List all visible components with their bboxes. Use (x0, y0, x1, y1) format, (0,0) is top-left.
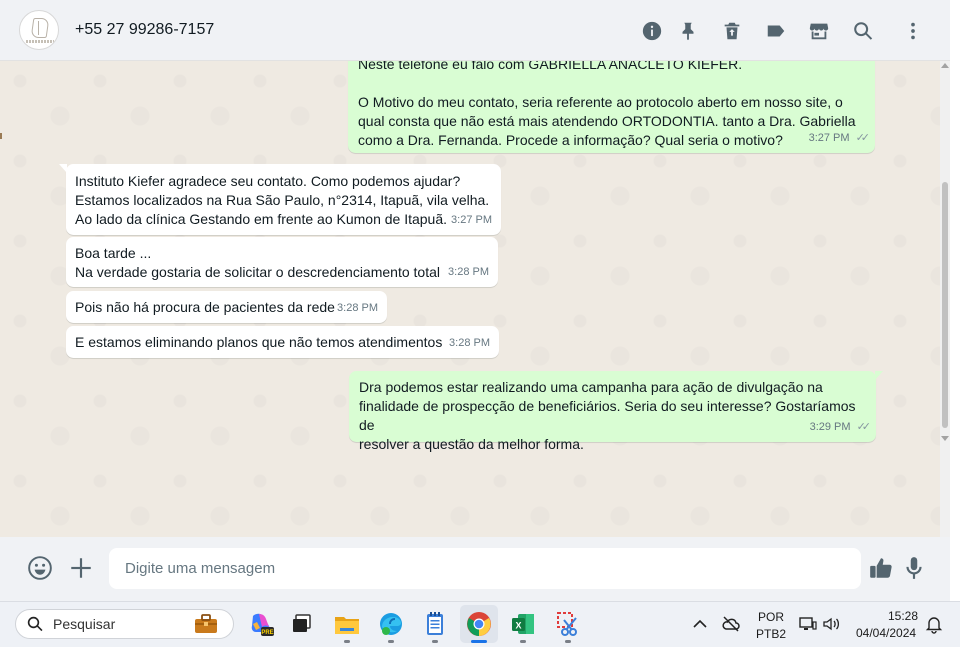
logo-mark-stroke (38, 21, 41, 35)
taskbar-clock-time[interactable]: 15:28 (888, 609, 918, 623)
cloud-off-icon[interactable] (721, 614, 741, 634)
running-app-indicator (388, 640, 394, 643)
message-timestamp: 3:28 PM (448, 266, 489, 278)
keyboard-layout-indicator[interactable]: PTB2 (756, 627, 786, 641)
delete-icon[interactable] (721, 20, 743, 42)
notification-bell-icon[interactable] (924, 614, 944, 634)
microphone-icon[interactable] (901, 555, 927, 581)
message-text-partial: Neste telefone eu falo com GABRIELLA ANA… (358, 61, 743, 72)
message-list[interactable]: Neste telefone eu falo com GABRIELLA ANA… (0, 61, 950, 537)
message-timestamp: 3:28 PM (337, 302, 378, 314)
message-bubble-incoming[interactable]: Pois não há procura de pacientes da rede… (66, 291, 387, 323)
thumbs-up-icon[interactable] (868, 555, 894, 581)
chevron-up-icon[interactable] (690, 614, 710, 634)
search-icon (26, 615, 44, 633)
message-time: 3:29 PM ✓✓ (809, 418, 872, 437)
display-network-icon[interactable] (798, 614, 818, 634)
info-icon[interactable] (641, 20, 663, 42)
pin-icon[interactable] (677, 20, 699, 42)
scrollbar-thumb[interactable] (942, 182, 948, 428)
message-bubble-incoming[interactable]: Boa tarde ... Na verdade gostaria de sol… (66, 237, 498, 287)
message-text: O Motivo do meu contato, seria referente… (358, 94, 856, 148)
message-timestamp: 3:28 PM (449, 337, 490, 349)
svg-text:PRE: PRE (261, 630, 273, 636)
message-bubble-incoming[interactable]: Instituto Kiefer agradece seu contato. C… (59, 164, 501, 235)
message-text: Dra podemos estar realizando uma campanh… (359, 379, 856, 452)
running-app-indicator (520, 640, 526, 643)
message-input[interactable] (109, 548, 861, 589)
window-edge (950, 0, 960, 601)
message-bubble-outgoing[interactable]: Dra podemos estar realizando uma campanh… (349, 371, 883, 452)
label-icon[interactable] (765, 20, 787, 42)
active-app-indicator (471, 640, 487, 643)
message-time: 3:27 PM ✓✓ (808, 129, 871, 148)
svg-text:X: X (515, 621, 521, 631)
window-edge-mark (0, 133, 2, 139)
file-explorer-icon[interactable] (333, 610, 361, 638)
read-receipt-icon: ✓✓ (856, 421, 872, 433)
taskbar-search-label: Pesquisar (53, 616, 116, 632)
volume-icon[interactable] (821, 614, 841, 634)
task-view-icon[interactable] (288, 610, 316, 638)
message-text: Instituto Kiefer agradece seu contato. C… (75, 173, 490, 227)
bubble-tail (875, 371, 883, 380)
message-bubble-incoming[interactable]: E estamos eliminando planos que não temo… (66, 326, 499, 358)
read-receipt-icon: ✓✓ (855, 132, 871, 144)
message-text: Boa tarde ... Na verdade gostaria de sol… (75, 245, 440, 280)
contact-name[interactable]: +55 27 99286-7157 (75, 21, 214, 39)
message-time: 3:28 PM (449, 334, 490, 353)
message-time: 3:28 PM (448, 263, 489, 282)
notepad-icon[interactable] (421, 610, 449, 638)
taskbar-clock-date[interactable]: 04/04/2024 (856, 626, 916, 640)
briefcase-icon[interactable] (194, 614, 218, 634)
logo-caption (26, 40, 54, 43)
excel-icon[interactable]: X (509, 610, 537, 638)
running-app-indicator (565, 640, 571, 643)
message-bubble-outgoing[interactable]: Neste telefone eu falo com GABRIELLA ANA… (348, 61, 875, 153)
message-text: Pois não há procura de pacientes da rede (75, 299, 335, 315)
attach-plus-icon[interactable] (68, 555, 94, 581)
message-time: 3:27 PM (451, 211, 492, 230)
store-icon[interactable] (808, 20, 830, 42)
menu-icon[interactable] (902, 20, 924, 42)
edge-icon[interactable] (377, 610, 405, 638)
message-timestamp: 3:27 PM (808, 132, 850, 144)
emoji-icon[interactable] (27, 555, 53, 581)
message-timestamp: 3:29 PM (809, 421, 851, 433)
chrome-icon[interactable] (465, 610, 493, 638)
contact-avatar[interactable] (19, 10, 59, 50)
running-app-indicator (432, 640, 438, 643)
bubble-tail (59, 164, 67, 173)
copilot-icon[interactable]: PRE (247, 610, 275, 638)
scroll-down-arrow[interactable] (941, 436, 949, 441)
message-time: 3:28 PM (337, 299, 378, 318)
running-app-indicator (344, 640, 350, 643)
message-timestamp: 3:27 PM (451, 214, 492, 226)
message-text: E estamos eliminando planos que não temo… (75, 334, 443, 350)
scroll-up-arrow[interactable] (941, 63, 949, 68)
language-indicator[interactable]: POR (758, 610, 784, 624)
search-icon[interactable] (852, 20, 874, 42)
snipping-tool-icon[interactable] (554, 610, 582, 638)
